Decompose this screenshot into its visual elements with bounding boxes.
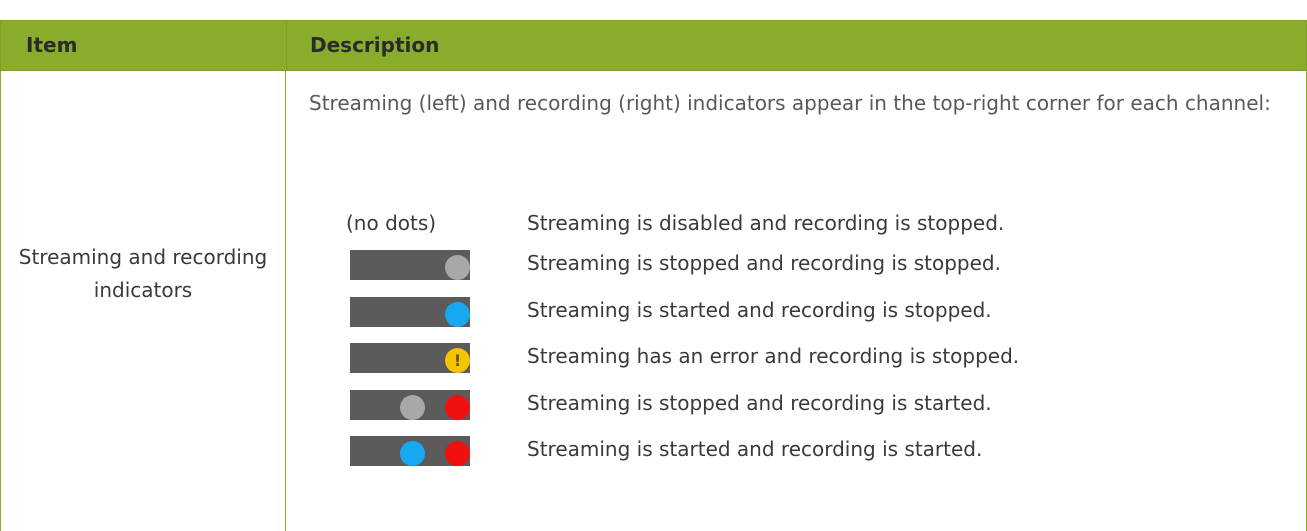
state-description: Streaming is disabled and recording is s… [527, 211, 1005, 235]
indicator-bar [350, 390, 470, 420]
state-description: Streaming has an error and recording is … [527, 344, 1020, 368]
state-description: Streaming is stopped and recording is st… [527, 251, 1001, 275]
no-dots-label: (no dots) [346, 211, 437, 235]
table-header: Item Description [0, 20, 1307, 71]
table-border-mid [285, 71, 286, 531]
item-label: Streaming and recording indicators [18, 245, 268, 302]
state-description: Streaming is started and recording is st… [527, 298, 992, 322]
streaming-started-dot-icon [400, 441, 425, 466]
indicator-graphic [330, 292, 470, 328]
indicator-none: (no dots) [330, 205, 470, 241]
streaming-started-dot-icon [445, 302, 470, 327]
streaming-error-warning-icon: ! [445, 348, 470, 373]
indicator-bar [350, 436, 470, 466]
recording-stopped-dot-icon [445, 255, 470, 280]
header-description: Description [310, 33, 440, 57]
header-item: Item [26, 33, 78, 57]
header-divider [286, 21, 287, 70]
state-description: Streaming is stopped and recording is st… [527, 391, 992, 415]
streaming-stopped-dot-icon [400, 395, 425, 420]
indicator-graphic: ! [330, 338, 470, 374]
indicator-graphic [330, 245, 470, 281]
recording-started-dot-icon [445, 441, 470, 466]
recording-started-dot-icon [445, 395, 470, 420]
state-description: Streaming is started and recording is st… [527, 437, 983, 461]
indicator-graphic [330, 431, 470, 467]
description-intro: Streaming (left) and recording (right) i… [309, 91, 1271, 115]
indicators-table: Item Description Streaming and recording… [0, 0, 1307, 531]
table-border-left [0, 71, 1, 531]
indicator-bar [350, 297, 470, 327]
indicator-bar: ! [350, 343, 470, 373]
indicator-bar [350, 250, 470, 280]
indicator-graphic [330, 385, 470, 421]
